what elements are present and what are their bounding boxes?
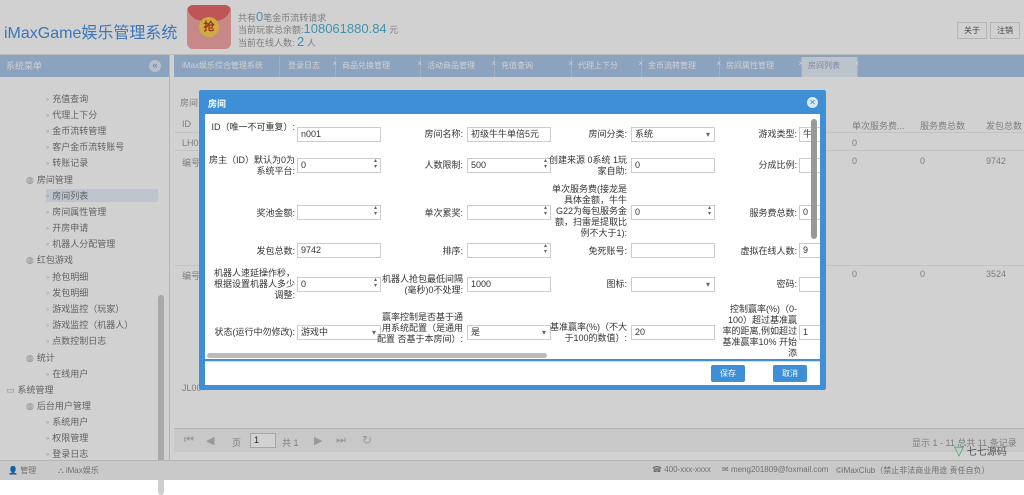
category-label: 房间分类: bbox=[588, 129, 627, 139]
control-rate-label: 控制赢率(%)（0-100）超过基准赢率的距离,例如超过基准赢率10% 开始添 bbox=[722, 304, 797, 358]
form-scrollbar[interactable] bbox=[811, 119, 817, 239]
owner-label: 房主（ID）默认为0为系统平台: bbox=[208, 155, 295, 176]
win-control-label: 赢率控制是否基于通用系统配置（是通用配置 否基于本房间）: bbox=[377, 312, 464, 344]
watermark-logo: ▽ 七七源码 bbox=[954, 443, 1007, 458]
status-select[interactable]: 游戏中 bbox=[297, 325, 381, 340]
icon-select[interactable] bbox=[631, 277, 715, 292]
close-icon[interactable]: ✕ bbox=[807, 97, 818, 108]
robot-interval-label: 机器人抢包最低间隔(毫秒)0不处理: bbox=[381, 274, 463, 295]
room-name-label: 房间名称: bbox=[424, 129, 463, 139]
free-account-input[interactable] bbox=[631, 243, 715, 258]
dialog-footer: 保存 取消 bbox=[205, 361, 820, 385]
room-edit-dialog: 房间 ✕ ID（唯一不可重复）: n001 房间名称: 初级牛牛单倍5元 房间分… bbox=[199, 90, 826, 390]
category-select[interactable]: 系统 bbox=[631, 127, 715, 142]
pool-input[interactable] bbox=[297, 205, 381, 220]
id-input[interactable]: n001 bbox=[297, 127, 381, 142]
fee-input[interactable]: 0 bbox=[631, 205, 715, 220]
base-rate-label: 基准赢率(%)（不大于100的数值）: bbox=[550, 322, 627, 343]
tired-input[interactable] bbox=[467, 205, 551, 220]
dialog-title: 房间 bbox=[208, 99, 227, 109]
watermark-text: 七七源码 bbox=[966, 447, 1007, 458]
status-label: 状态(运行中勿修改): bbox=[214, 327, 296, 337]
owner-input[interactable]: 0 bbox=[297, 158, 381, 173]
robot-delay-label: 机器人速延操作秒，根据设置机器人多少调整: bbox=[213, 268, 295, 300]
source-label: 创建来源 0系统 1玩家自助: bbox=[548, 155, 627, 176]
win-control-select[interactable]: 是 bbox=[467, 325, 551, 340]
cancel-button[interactable]: 取消 bbox=[773, 365, 807, 382]
robot-delay-input[interactable]: 0 bbox=[297, 277, 381, 292]
fee-total-label: 服务费总数: bbox=[749, 208, 797, 218]
limit-label: 人数限制: bbox=[424, 160, 463, 170]
share-label: 分成比例: bbox=[758, 160, 797, 170]
dialog-form: ID（唯一不可重复）: n001 房间名称: 初级牛牛单倍5元 房间分类: 系统… bbox=[205, 114, 820, 359]
icon-label: 图标: bbox=[606, 279, 627, 289]
id-label: ID（唯一不可重复）: bbox=[211, 122, 295, 132]
form-hscrollbar[interactable] bbox=[207, 353, 547, 358]
tired-label: 单次累奖: bbox=[424, 208, 463, 218]
limit-input[interactable]: 500 bbox=[467, 158, 551, 173]
game-type-label: 游戏类型: bbox=[758, 129, 797, 139]
control-rate-input[interactable]: 1 bbox=[799, 325, 820, 340]
send-total-label: 发包总数: bbox=[256, 246, 295, 256]
save-button[interactable]: 保存 bbox=[711, 365, 745, 382]
virtual-online-input[interactable]: 9 bbox=[799, 243, 820, 258]
base-rate-input[interactable]: 20 bbox=[631, 325, 715, 340]
virtual-online-label: 虚拟在线人数: bbox=[740, 246, 797, 256]
free-account-label: 免死账号: bbox=[588, 246, 627, 256]
pool-label: 奖池金额: bbox=[256, 208, 295, 218]
source-input[interactable]: 0 bbox=[631, 158, 715, 173]
password-label: 密码: bbox=[776, 279, 797, 289]
sort-label: 排序: bbox=[442, 246, 463, 256]
room-name-input[interactable]: 初级牛牛单倍5元 bbox=[467, 127, 551, 142]
fee-label: 单次服务费(接龙是具体金额，牛牛G22为每包服务金额，扫雷是提取比例不大于1): bbox=[552, 184, 627, 238]
send-total-input[interactable]: 9742 bbox=[297, 243, 381, 258]
password-input[interactable] bbox=[799, 277, 820, 292]
robot-interval-input[interactable]: 1000 bbox=[467, 277, 551, 292]
sort-input[interactable] bbox=[467, 243, 551, 258]
